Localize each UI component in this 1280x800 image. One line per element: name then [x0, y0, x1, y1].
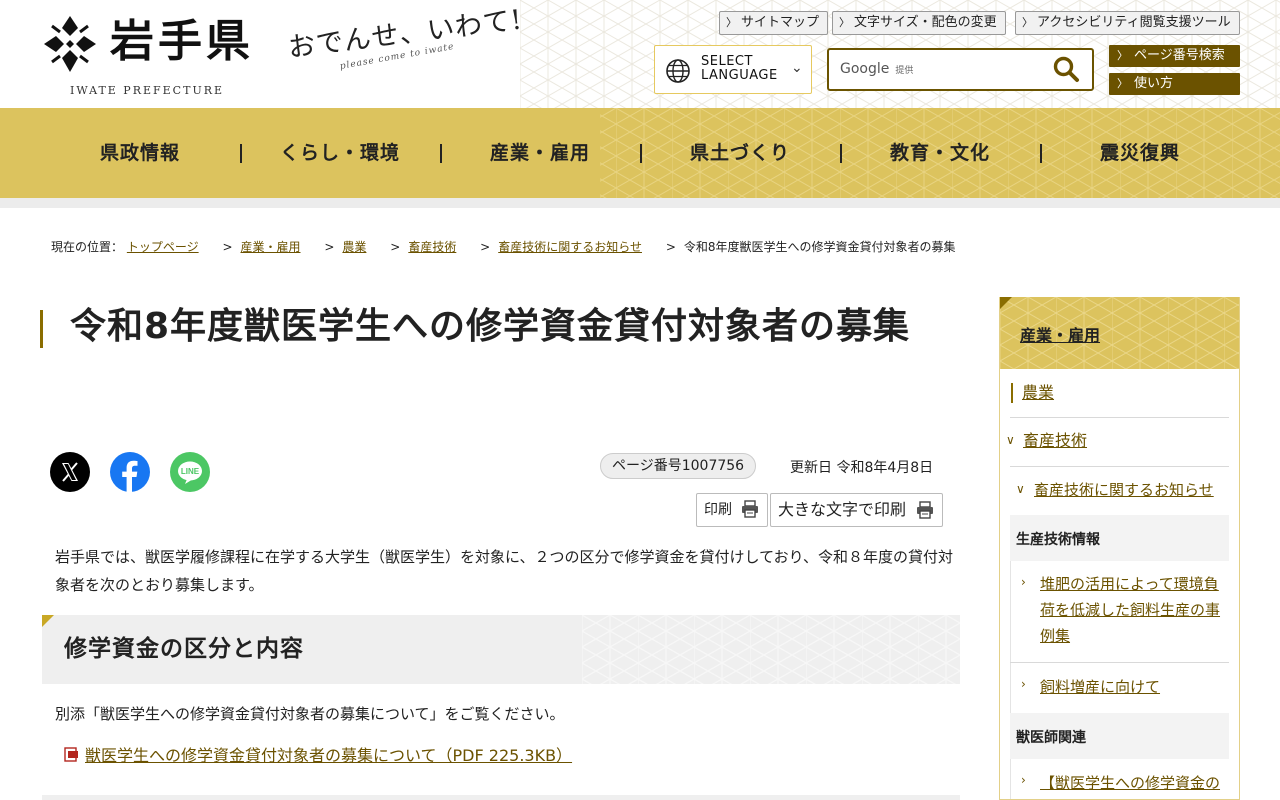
nav-item-disaster-recovery[interactable]: 震災復興 — [1040, 108, 1240, 198]
section-title: 修学資金の区分と内容 — [64, 636, 304, 662]
chevron-right-icon: › — [1021, 677, 1026, 691]
logo-english: IWATE PREFECTURE — [70, 84, 225, 97]
sidebar-item-livestock-tech[interactable]: 畜産技術 — [1023, 428, 1087, 454]
breadcrumb-industry[interactable]: 産業・雇用 — [241, 240, 301, 254]
accessibility-tool-link[interactable]: 〉アクセシビリティ閲覧支援ツール — [1015, 11, 1240, 35]
chevron-down-icon: ∨ — [1016, 482, 1025, 496]
sidebar-group-production: 生産技術情報 — [1010, 515, 1229, 561]
breadcrumb-label: 現在の位置： — [51, 240, 124, 254]
sidebar-item-feed-increase[interactable]: 飼料増産に向けて — [1040, 674, 1160, 700]
logo-name: 岩手県 — [110, 16, 254, 67]
breadcrumb-separator: > — [665, 240, 676, 254]
printer-icon — [917, 501, 934, 519]
sitemap-link[interactable]: 〉サイトマップ — [719, 11, 829, 35]
facebook-logo-icon — [122, 460, 138, 492]
pdf-download-link[interactable]: 獣医学生への修学資金貸付対象者の募集について（PDF 225.3KB） — [64, 743, 572, 769]
how-to-use-button[interactable]: 〉使い方 — [1109, 73, 1240, 95]
print-button[interactable]: 印刷 — [696, 493, 769, 527]
nav-item-prefectural-government[interactable]: 県政情報 — [40, 108, 240, 198]
svg-text:LINE: LINE — [181, 467, 200, 476]
sidebar-subitem: › 堆肥の活用によって環境負荷を低減した飼料生産の事例集 — [1010, 561, 1229, 662]
breadcrumb-livestock-news[interactable]: 畜産技術に関するお知らせ — [498, 240, 642, 254]
sidebar-group-label: 生産技術情報 — [1016, 532, 1100, 548]
pdf-file-icon — [64, 747, 78, 762]
sidebar-item-livestock-news[interactable]: 畜産技術に関するお知らせ — [1034, 477, 1214, 503]
sidebar-item-vet-loan[interactable]: 【獣医学生への修学資金の — [1040, 770, 1220, 796]
sidebar-item-compost-feed[interactable]: 堆肥の活用によって環境負荷を低減した飼料生産の事例集 — [1040, 571, 1222, 649]
chevron-right-icon: 〉 — [1117, 77, 1128, 90]
page-number-badge: ページ番号1007756 — [600, 453, 757, 479]
printer-icon — [742, 500, 759, 518]
share-facebook-button[interactable] — [110, 452, 150, 492]
breadcrumb: 現在の位置： トップページ > 産業・雇用 > 農業 > 畜産技術 > 畜産技術に関する… — [51, 238, 956, 255]
search-icon — [1053, 56, 1079, 82]
prefecture-emblem-icon — [44, 16, 96, 72]
chevron-right-icon: 〉 — [839, 16, 850, 29]
local-nav-sidebar: 産業・雇用 農業 ∨ 畜産技術 ∨ 畜産技術に関するお知らせ 生産技術情報 › … — [999, 297, 1240, 800]
nav-bottom-band — [0, 198, 1280, 208]
page-title: 令和8年度獣医学生への修学資金貸付対象者の募集 — [70, 306, 911, 347]
page-number-search-button[interactable]: 〉ページ番号検索 — [1109, 45, 1240, 67]
sidebar-item-agriculture[interactable]: 農業 — [1022, 380, 1054, 406]
sidebar-header[interactable]: 産業・雇用 — [1000, 297, 1239, 369]
nav-item-education-culture[interactable]: 教育・文化 — [840, 108, 1040, 198]
breadcrumb-livestock-tech[interactable]: 畜産技術 — [408, 240, 456, 254]
sidebar-group-veterinarian: 獣医師関連 — [1010, 713, 1229, 759]
breadcrumb-separator: > — [324, 240, 335, 254]
chevron-right-icon: 〉 — [1022, 16, 1033, 29]
sidebar-subitem: › 飼料増産に向けて — [1010, 663, 1229, 713]
next-section-heading — [42, 795, 960, 800]
nav-item-land-development[interactable]: 県土づくり — [640, 108, 840, 198]
chevron-right-icon: 〉 — [1117, 49, 1128, 62]
share-x-button[interactable] — [50, 452, 90, 492]
section-heading: 修学資金の区分と内容 — [42, 615, 960, 684]
search-input[interactable] — [829, 50, 1039, 89]
search-box: Google 提供 — [827, 48, 1094, 91]
breadcrumb-separator: > — [222, 240, 233, 254]
site-logo[interactable]: 岩手県 IWATE PREFECTURE — [40, 10, 270, 102]
nav-item-industry-employment[interactable]: 産業・雇用 — [440, 108, 640, 198]
global-nav: 県政情報 くらし・環境 産業・雇用 県土づくり 教育・文化 震災復興 — [0, 108, 1280, 198]
font-color-settings-link[interactable]: 〉文字サイズ・配色の変更 — [832, 11, 1006, 35]
intro-text: 岩手県では、獣医学履修課程に在学する大学生（獣医学生）を対象に、２つの区分で修学… — [55, 548, 954, 594]
chevron-right-icon: › — [1021, 773, 1026, 787]
divider — [1010, 466, 1229, 467]
language-line2: LANGUAGE — [701, 68, 778, 83]
sidebar-header-label: 産業・雇用 — [1020, 326, 1101, 345]
breadcrumb-separator: > — [480, 240, 491, 254]
divider — [1010, 417, 1229, 418]
search-button[interactable] — [1049, 55, 1083, 85]
sidebar-group-label: 獣医師関連 — [1016, 730, 1086, 746]
breadcrumb-separator: > — [390, 240, 401, 254]
breadcrumb-current: 令和8年度獣医学生への修学資金貸付対象者の募集 — [683, 240, 956, 254]
language-selector[interactable]: SELECT LANGUAGE ⌄ — [654, 45, 812, 94]
sidebar-subitem: › 【獣医学生への修学資金の — [1010, 759, 1229, 799]
chevron-down-icon: ⌄ — [791, 60, 803, 76]
corner-accent — [42, 615, 54, 627]
title-accent-bar — [40, 310, 43, 348]
site-header: 岩手県 IWATE PREFECTURE おでんせ、いわて! please co… — [0, 0, 1280, 108]
chevron-right-icon: 〉 — [726, 16, 737, 29]
x-logo-icon — [62, 462, 78, 482]
print-large-text-button[interactable]: 大きな文字で印刷 — [770, 493, 944, 527]
breadcrumb-agriculture[interactable]: 農業 — [342, 240, 366, 254]
asanoha-pattern — [582, 615, 960, 684]
nav-item-living-environment[interactable]: くらし・環境 — [240, 108, 440, 198]
updated-date: 更新日 令和8年4月8日 — [790, 460, 934, 476]
active-indicator — [1011, 383, 1013, 403]
chevron-right-icon: › — [1021, 575, 1026, 589]
globe-icon — [666, 59, 690, 83]
corner-accent — [1000, 297, 1012, 309]
share-line-button[interactable]: LINE — [170, 452, 210, 492]
line-logo-icon: LINE — [178, 461, 202, 484]
section-note: 別添「獣医学生への修学資金貸付対象者の募集について」をご覧ください。 — [55, 705, 565, 723]
chevron-down-icon: ∨ — [1006, 433, 1015, 447]
language-line1: SELECT — [701, 54, 753, 69]
breadcrumb-top-page[interactable]: トップページ — [127, 240, 199, 254]
